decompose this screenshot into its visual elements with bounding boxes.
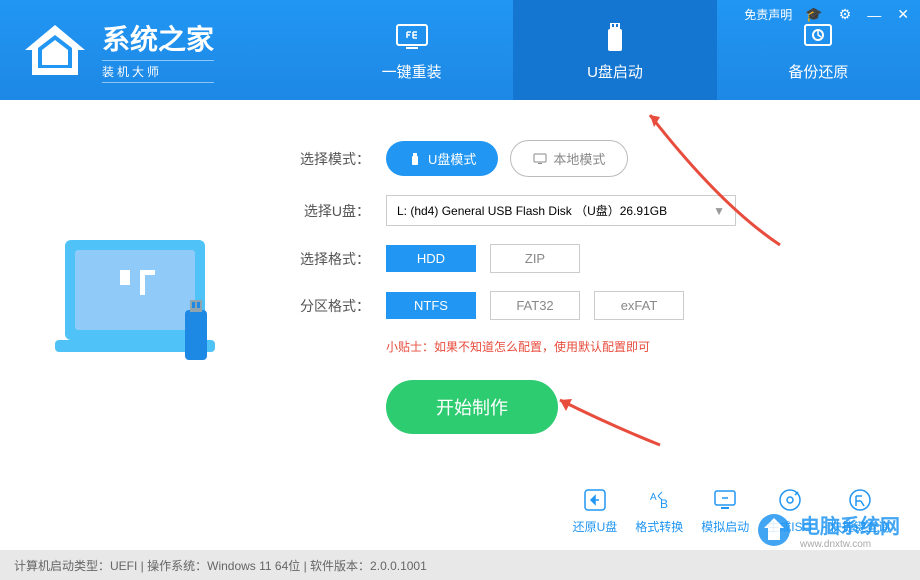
mode-usb-button[interactable]: U盘模式 [386,141,498,176]
tool-convert[interactable]: AB 格式转换 [635,486,683,535]
usb-small-icon [408,152,422,166]
tool-restore[interactable]: 还原U盘 [573,486,618,535]
logo-area: 系统之家 装机大师 [0,0,310,100]
laptop-usb-icon [45,210,245,410]
partition-label: 分区格式： [290,296,370,316]
tab-label: 备份还原 [788,61,848,82]
tab-reinstall[interactable]: 一键重装 [310,0,513,100]
convert-icon: AB [645,486,673,514]
monitor-small-icon [533,152,547,166]
usb-value: L: (hd4) General USB Flash Disk （U盘）26.9… [397,202,667,219]
mode-label: 选择模式： [290,149,370,169]
tool-simulate[interactable]: 模拟启动 [701,486,749,535]
part-exfat-button[interactable]: exFAT [594,291,684,320]
usb-label: 选择U盘： [290,201,370,221]
format-zip-button[interactable]: ZIP [490,244,580,273]
close-button[interactable]: ✕ [894,6,912,23]
restore-icon [581,486,609,514]
form: 选择模式： U盘模式 本地模式 选择U盘： L: (hd4) General U… [260,140,890,480]
logo-house-icon [20,20,90,80]
hat-icon[interactable]: 🎓 [802,6,825,23]
watermark-icon [756,512,792,548]
monitor-icon [394,19,430,55]
part-fat32-button[interactable]: FAT32 [490,291,580,320]
status-text: 计算机启动类型：UEFI | 操作系统：Windows 11 64位 | 软件版… [14,557,427,574]
header: 系统之家 装机大师 一键重装 U盘启动 备份还原 免责声明 🎓 ⚙ — ✕ [0,0,920,100]
logo-title: 系统之家 [102,18,214,58]
tab-usb[interactable]: U盘启动 [513,0,716,100]
part-ntfs-button[interactable]: NTFS [386,292,476,319]
logo-subtitle: 装机大师 [102,60,214,83]
format-label: 选择格式： [290,249,370,269]
watermark: 电脑系统网 www.dnxtw.com [756,510,900,550]
content: 选择模式： U盘模式 本地模式 选择U盘： L: (hd4) General U… [0,100,920,480]
gear-icon[interactable]: ⚙ [836,6,855,23]
window-controls: 免责声明 🎓 ⚙ — ✕ [744,6,912,23]
simulate-icon [711,486,739,514]
tab-label: 一键重装 [382,61,442,82]
format-hdd-button[interactable]: HDD [386,245,476,272]
status-bar: 计算机启动类型：UEFI | 操作系统：Windows 11 64位 | 软件版… [0,550,920,580]
illustration [30,140,260,480]
disclaimer-link[interactable]: 免责声明 [744,6,792,23]
backup-icon [800,19,836,55]
minimize-button[interactable]: — [864,7,884,23]
mode-local-button[interactable]: 本地模式 [510,140,628,177]
start-button[interactable]: 开始制作 [386,380,558,434]
usb-icon [597,19,633,55]
tip-text: 小贴士：如果不知道怎么配置，使用默认配置即可 [386,338,890,355]
tab-label: U盘启动 [587,61,643,82]
svg-text:A: A [650,492,657,503]
usb-select[interactable]: L: (hd4) General USB Flash Disk （U盘）26.9… [386,195,736,226]
dropdown-arrow-icon: ▼ [713,204,725,218]
